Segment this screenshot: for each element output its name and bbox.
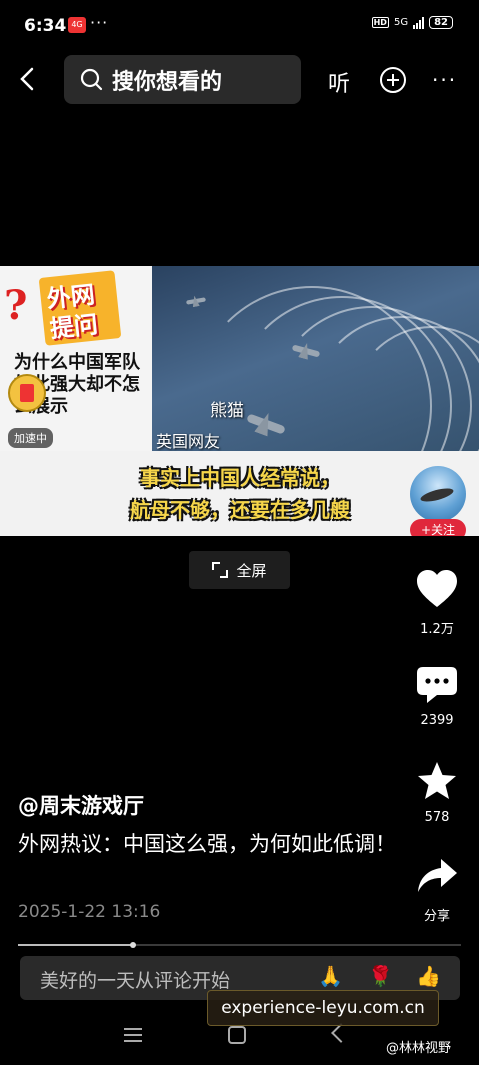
share-button[interactable]: 分享: [410, 855, 464, 924]
sticker-line2: 提问: [48, 310, 100, 344]
hd-icon: HD: [371, 17, 389, 28]
rose-emoji[interactable]: 🌹: [368, 964, 393, 988]
post-description: 外网热议：中国这么强，为何如此低调！: [18, 832, 396, 856]
search-bar[interactable]: 搜你想看的: [64, 55, 301, 104]
status-bar: 6:34 4G ··· HD 5G 82: [0, 0, 479, 50]
status-indicators: HD 5G 82: [371, 16, 453, 29]
caption-name: 熊猫: [210, 401, 244, 421]
signal-icon: [413, 16, 425, 29]
video-progress-bar[interactable]: [18, 942, 461, 948]
favorite-count: 578: [424, 810, 450, 825]
expand-icon: [212, 562, 229, 578]
creator-avatar[interactable]: [410, 466, 466, 522]
like-count: 1.2万: [420, 622, 454, 637]
author-name[interactable]: @周末游戏厅: [18, 790, 144, 820]
subtitle-line2: 航母不够，还要在多几艘: [130, 498, 350, 522]
comment-icon: [417, 667, 457, 703]
comment-placeholder: 美好的一天从评论开始: [40, 970, 231, 992]
fullscreen-label: 全屏: [236, 561, 267, 580]
back-button[interactable]: [14, 64, 42, 94]
comment-button[interactable]: 2399: [410, 663, 464, 728]
video-footage: [152, 266, 479, 451]
progress-fill: [18, 944, 134, 946]
home-icon[interactable]: [228, 1026, 246, 1044]
app-notification-icon: 4G: [68, 17, 86, 33]
speed-badge: 加速中: [8, 428, 53, 448]
like-button[interactable]: 1.2万: [410, 568, 464, 637]
jet-icon: [185, 297, 207, 305]
follow-button[interactable]: +关注: [410, 519, 466, 536]
post-date: 2025-1-22 13:16: [18, 902, 161, 922]
red-packet-icon[interactable]: [8, 374, 46, 412]
subtitle-line1: 事实上中国人经常说，: [140, 466, 340, 490]
video-player[interactable]: ? 外网 提问 为什么中国军队如此强大却不怎么展示 加速中 熊猫 英国网友 事实…: [0, 266, 479, 536]
outside-question-sticker: 外网 提问: [38, 270, 122, 346]
star-icon: [418, 762, 456, 799]
top-nav: 搜你想看的 听 ···: [0, 54, 479, 106]
video-left-panel: ? 外网 提问 为什么中国军队如此强大却不怎么展示 加速中: [0, 266, 152, 451]
back-nav-icon[interactable]: [331, 1023, 351, 1043]
favorite-button[interactable]: 578: [410, 760, 464, 825]
status-time: 6:34: [24, 16, 67, 36]
watermark: experience-leyu.com.cn: [207, 990, 439, 1026]
credit-label: @林林视野: [386, 1041, 452, 1056]
share-label: 分享: [423, 909, 450, 924]
more-options-icon[interactable]: ···: [432, 68, 457, 92]
heart-icon: [417, 570, 457, 607]
battery-icon: 82: [429, 16, 453, 29]
thumbs-up-emoji[interactable]: 👍: [416, 964, 441, 988]
menu-icon[interactable]: [124, 1028, 142, 1042]
status-overflow-icon: ···: [90, 13, 109, 32]
search-placeholder: 搜你想看的: [112, 69, 223, 95]
progress-handle[interactable]: [130, 942, 137, 948]
caption-source: 英国网友: [156, 432, 221, 451]
chevron-left-icon: [20, 67, 34, 91]
search-icon: [80, 68, 103, 90]
comment-count: 2399: [420, 713, 454, 728]
question-mark-icon: ?: [4, 282, 28, 329]
network-type: 5G: [393, 17, 409, 28]
share-arrow-icon: [418, 859, 457, 892]
listen-button[interactable]: 听: [328, 66, 350, 98]
fullscreen-button[interactable]: 全屏: [189, 551, 290, 589]
add-icon[interactable]: [380, 67, 406, 93]
pray-emoji[interactable]: 🙏: [318, 964, 343, 988]
